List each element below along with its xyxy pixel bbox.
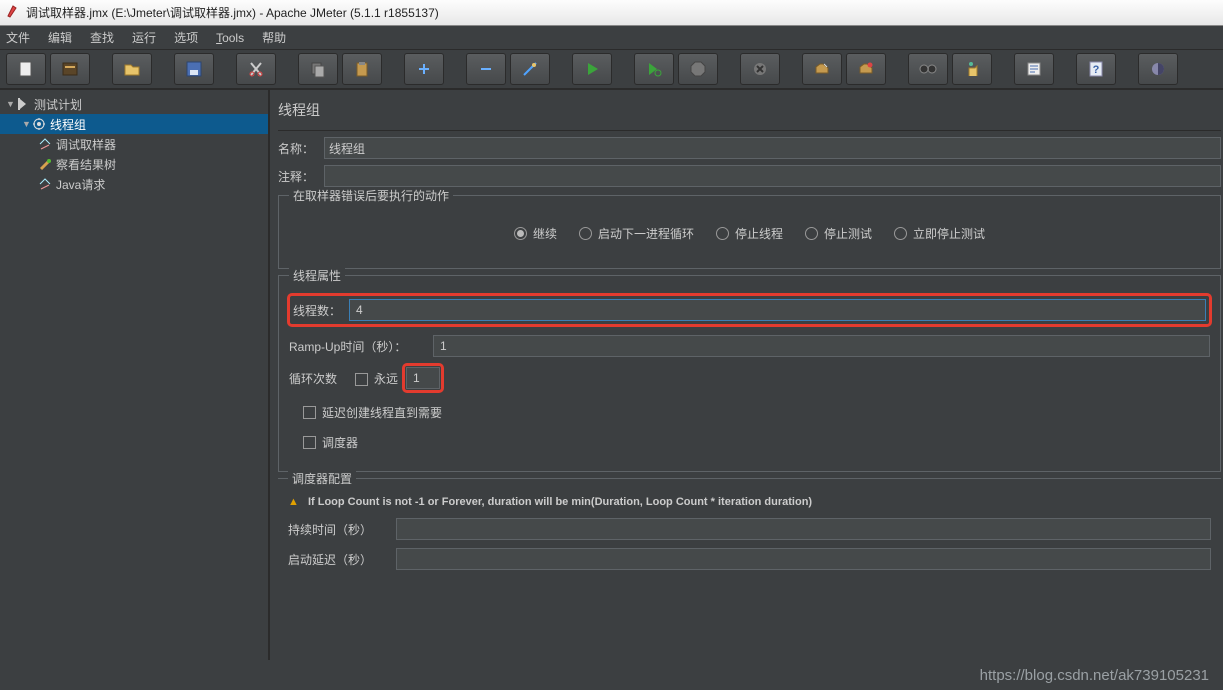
comment-label: 注释： [278, 168, 324, 185]
ramp-input[interactable] [433, 335, 1210, 357]
help-icon[interactable]: ? [1076, 53, 1116, 85]
tree-item-label: 察看结果树 [56, 156, 116, 173]
name-input[interactable] [324, 137, 1221, 159]
tree-item-label: 调试取样器 [56, 136, 116, 153]
threads-input[interactable] [349, 299, 1206, 321]
forever-label: 永远 [374, 372, 398, 386]
delay-create-checkbox[interactable] [303, 406, 316, 419]
comment-input[interactable] [324, 165, 1221, 187]
name-label: 名称： [278, 140, 324, 157]
expand-icon[interactable] [404, 53, 444, 85]
new-icon[interactable] [6, 53, 46, 85]
menu-options[interactable]: 选项 [174, 29, 198, 46]
thread-group-panel: 线程组 名称： 注释： 在取样器错误后要执行的动作 继续 启动下一进程循环 停止… [270, 90, 1223, 660]
forever-checkbox[interactable] [355, 373, 368, 386]
delay-label: 启动延迟（秒） [288, 551, 388, 568]
app-icon [6, 4, 20, 21]
collapse-icon[interactable] [466, 53, 506, 85]
svg-text:?: ? [1093, 64, 1100, 76]
loop-input[interactable] [406, 367, 440, 389]
themes-icon[interactable] [1138, 53, 1178, 85]
shutdown-icon[interactable] [740, 53, 780, 85]
tree-root-label: 测试计划 [34, 96, 82, 113]
radio-label: 继续 [533, 225, 557, 242]
reset-search-icon[interactable] [952, 53, 992, 85]
tree-item-thread-group[interactable]: ▼ 线程组 [0, 114, 268, 134]
tree-item-debug-sampler[interactable]: 调试取样器 [0, 134, 268, 154]
menu-help[interactable]: 帮助 [262, 29, 286, 46]
error-action-legend: 在取样器错误后要执行的动作 [289, 187, 453, 204]
clear-all-icon[interactable] [846, 53, 886, 85]
scheduler-label: 调度器 [322, 434, 358, 451]
loop-label: 循环次数 [289, 370, 337, 387]
start-no-timers-icon[interactable] [634, 53, 674, 85]
ramp-label: Ramp-Up时间（秒）： [289, 338, 425, 355]
tree-item-label: Java请求 [56, 176, 105, 193]
radio-continue[interactable]: 继续 [514, 225, 557, 242]
window-titlebar: 调试取样器.jmx (E:\Jmeter\调试取样器.jmx) - Apache… [0, 0, 1223, 26]
toolbar: ? [0, 50, 1223, 90]
scheduler-checkbox[interactable] [303, 436, 316, 449]
panel-heading: 线程组 [278, 100, 1221, 120]
scheduler-legend: 调度器配置 [288, 470, 356, 487]
threads-label: 线程数： [293, 302, 341, 319]
menu-file[interactable]: 文件 [6, 29, 30, 46]
scheduler-warning: If Loop Count is not -1 or Forever, dura… [308, 496, 812, 508]
radio-stop-thread[interactable]: 停止线程 [716, 225, 783, 242]
stop-icon[interactable] [678, 53, 718, 85]
menu-tools[interactable]: Tools [216, 31, 244, 45]
radio-stop-test[interactable]: 停止测试 [805, 225, 872, 242]
thread-props-legend: 线程属性 [289, 267, 345, 284]
toggle-icon[interactable] [510, 53, 550, 85]
radio-label: 停止测试 [824, 225, 872, 242]
test-plan-tree[interactable]: ▼ 测试计划 ▼ 线程组 调试取样器 察看结果树 Java请求 [0, 90, 270, 660]
copy-icon[interactable] [298, 53, 338, 85]
cut-icon[interactable] [236, 53, 276, 85]
radio-label: 启动下一进程循环 [598, 225, 694, 242]
startup-delay-input[interactable] [396, 548, 1211, 570]
function-helper-icon[interactable] [1014, 53, 1054, 85]
save-icon[interactable] [174, 53, 214, 85]
search-icon[interactable] [908, 53, 948, 85]
delay-create-label: 延迟创建线程直到需要 [322, 404, 442, 421]
menu-run[interactable]: 运行 [132, 29, 156, 46]
menu-search[interactable]: 查找 [90, 29, 114, 46]
open-icon[interactable] [112, 53, 152, 85]
duration-input[interactable] [396, 518, 1211, 540]
radio-label: 停止线程 [735, 225, 783, 242]
radio-label: 立即停止测试 [913, 225, 985, 242]
paste-icon[interactable] [342, 53, 382, 85]
warning-icon: ▲ [288, 496, 299, 508]
radio-stop-test-now[interactable]: 立即停止测试 [894, 225, 985, 242]
tree-item-java-request[interactable]: Java请求 [0, 174, 268, 194]
duration-label: 持续时间（秒） [288, 521, 388, 538]
tree-item-label: 线程组 [50, 116, 86, 133]
menu-edit[interactable]: 编辑 [48, 29, 72, 46]
radio-next-loop[interactable]: 启动下一进程循环 [579, 225, 694, 242]
window-title: 调试取样器.jmx (E:\Jmeter\调试取样器.jmx) - Apache… [26, 4, 439, 21]
clear-icon[interactable] [802, 53, 842, 85]
start-icon[interactable] [572, 53, 612, 85]
watermark: https://blog.csdn.net/ak739105231 [0, 660, 1223, 690]
menubar: 文件 编辑 查找 运行 选项 Tools 帮助 [0, 26, 1223, 50]
templates-icon[interactable] [50, 53, 90, 85]
tree-root[interactable]: ▼ 测试计划 [0, 94, 268, 114]
tree-item-view-results-tree[interactable]: 察看结果树 [0, 154, 268, 174]
